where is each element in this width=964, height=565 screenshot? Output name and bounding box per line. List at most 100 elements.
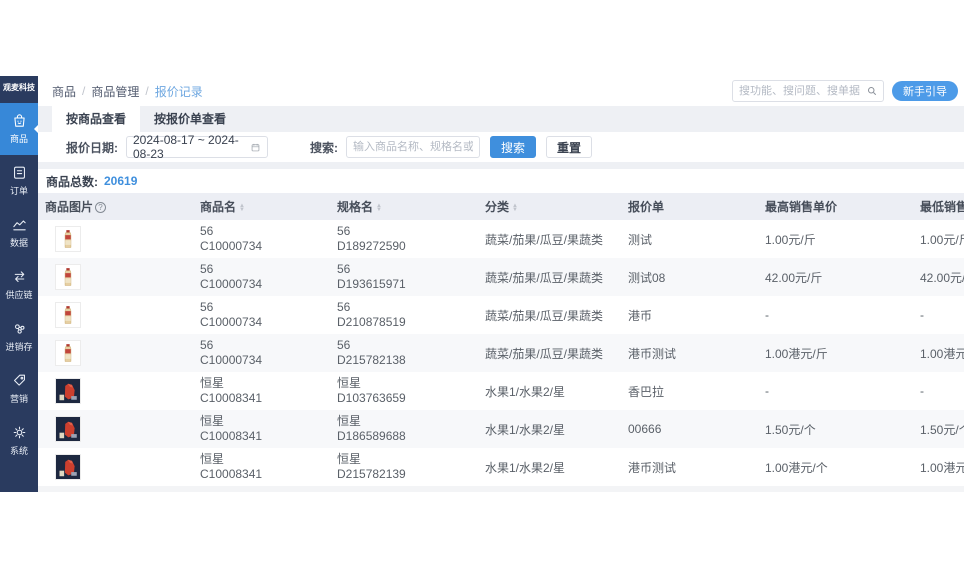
tab-by-quote[interactable]: 按报价单查看 <box>140 106 240 132</box>
topbar: 商品 / 商品管理 / 报价记录 新手引导 <box>38 76 964 106</box>
sidebar-item-label: 订单 <box>9 186 28 197</box>
highest-price-cell: 1.50元/个 <box>765 422 816 437</box>
bottle-photo[interactable] <box>55 226 81 252</box>
breadcrumb-link[interactable]: 商品管理 <box>91 83 139 100</box>
sidebar-item-goods[interactable]: 商品 <box>0 102 38 155</box>
keyword-search-input[interactable] <box>346 136 480 158</box>
total-count-value: 20619 <box>104 174 138 188</box>
spec-id: D186589688 <box>337 429 406 443</box>
data-icon <box>11 216 28 233</box>
spec-name-cell: 恒星 D103763659 <box>330 376 478 406</box>
summary-bar: 商品总数: 20619 <box>38 169 964 193</box>
category-cell: 水果1/水果2/星 <box>485 422 566 437</box>
highest-price-cell: 1.00港元/斤 <box>765 346 828 361</box>
column-header[interactable]: 商品名 ▲ ▼ <box>193 198 330 215</box>
sidebar-item-label: 数据 <box>9 238 28 249</box>
spec-id: D193615971 <box>337 277 406 291</box>
products-table: 商品图片?商品名▲▼规格名▲▼分类▲▼报价单最高销售单价最低销售单价 56C10… <box>38 193 964 492</box>
reset-button[interactable]: 重置 <box>546 136 593 158</box>
sidebar-item-system[interactable]: 系统 <box>0 415 38 467</box>
section-divider <box>38 162 964 169</box>
sidebar-item-label: 供应链 <box>5 290 33 301</box>
sidebar-item-marketing[interactable]: 营销 <box>0 363 38 415</box>
spec-id: D189272590 <box>337 239 406 253</box>
content-area: 商品 / 商品管理 / 报价记录 新手引导 按商品查看按报价单查看 报价日期: 2024… <box>38 76 964 492</box>
product-name-cell: 恒星 C10008341 <box>193 452 330 482</box>
highest-price-cell: - <box>765 384 769 398</box>
supply-chain-icon <box>11 268 28 285</box>
column-header-label: 报价单 <box>628 200 665 214</box>
product-image-cell <box>38 454 193 480</box>
table-row[interactable]: 56 C10000734 56 D210878519 蔬菜/茄果/瓜豆/果蔬类 港币 - - <box>38 296 964 334</box>
category-cell: 蔬菜/茄果/瓜豆/果蔬类 <box>485 308 604 323</box>
product-name: 恒星 <box>200 414 225 428</box>
inventory-icon <box>11 320 28 337</box>
bottle-photo[interactable] <box>55 264 81 290</box>
quote-sheet-cell: 港币 <box>628 308 653 323</box>
brand-logo: 观麦科技 <box>3 83 35 92</box>
help-icon[interactable]: ? <box>95 202 107 213</box>
spec-name: 56 <box>337 224 351 238</box>
lowest-price-cell: 1.00港元/个 <box>920 460 964 475</box>
sidebar-item-data[interactable]: 数据 <box>0 207 38 259</box>
table-row[interactable]: 56 C10000734 56 D189272590 蔬菜/茄果/瓜豆/果蔬类 测试 1.0… <box>38 220 964 258</box>
total-count-label: 商品总数: <box>46 174 98 189</box>
sort-icon[interactable]: ▲ ▼ <box>376 203 382 213</box>
product-name-cell: 56 C10000734 <box>193 224 330 254</box>
spec-id: D210878519 <box>337 315 406 329</box>
topbar-right: 新手引导 <box>732 80 958 102</box>
spec-id: D215782138 <box>337 353 406 367</box>
column-header-label: 商品名 <box>200 200 237 214</box>
table-row[interactable]: 56 C10000734 56 D215782138 蔬菜/茄果/瓜豆/果蔬类 港币测试 1… <box>38 334 964 372</box>
search-button[interactable]: 搜索 <box>490 136 537 158</box>
jug-photo[interactable] <box>55 378 81 404</box>
tab-by-product[interactable]: 按商品查看 <box>52 106 141 132</box>
spec-name: 恒星 <box>337 414 362 428</box>
product-id: C10000734 <box>200 277 263 291</box>
global-search-input[interactable] <box>733 85 866 97</box>
highest-price-cell: - <box>765 308 769 322</box>
spec-name: 56 <box>337 338 351 352</box>
jug-photo[interactable] <box>55 416 81 442</box>
table-row[interactable]: 恒星 C10008341 恒星 D215782139 水果1/水果2/星 港币测试 1.00… <box>38 448 964 486</box>
table-row[interactable]: 恒星 C10008341 恒星 D103763659 水果1/水果2/星 香巴拉 - - <box>38 372 964 410</box>
bottle-photo[interactable] <box>55 302 81 328</box>
column-header[interactable]: 规格名 ▲ ▼ <box>330 198 478 215</box>
date-range-label: 报价日期: <box>66 140 118 155</box>
sidebar-item-orders[interactable]: 订单 <box>0 155 38 207</box>
category-cell: 蔬菜/茄果/瓜豆/果蔬类 <box>485 270 604 285</box>
column-header[interactable]: 分类 ▲ ▼ <box>478 198 621 215</box>
bottle-photo[interactable] <box>55 340 81 366</box>
breadcrumb-link[interactable]: 商品 <box>52 83 76 100</box>
global-search[interactable] <box>732 80 884 102</box>
category-cell: 蔬菜/茄果/瓜豆/果蔬类 <box>485 232 604 247</box>
spec-id: D215782139 <box>337 467 406 481</box>
jug-photo[interactable] <box>55 454 81 480</box>
sidebar-item-label: 系统 <box>9 446 28 457</box>
product-id: C10000734 <box>200 315 263 329</box>
lowest-price-cell: 1.50元/个 <box>920 422 964 437</box>
guide-button[interactable]: 新手引导 <box>892 81 958 101</box>
column-header: 最低销售单价 <box>913 198 964 215</box>
sort-icon[interactable]: ▲ ▼ <box>512 203 518 213</box>
spec-name-cell: 56 D215782138 <box>330 338 478 368</box>
sidebar-item-inventory[interactable]: 进销存 <box>0 311 38 363</box>
lowest-price-cell: - <box>920 308 924 322</box>
sidebar-item-supply[interactable]: 供应链 <box>0 259 38 311</box>
search-icon[interactable] <box>866 85 878 97</box>
column-header-label: 分类 <box>485 200 510 214</box>
product-name: 恒星 <box>200 376 225 390</box>
highest-price-cell: 42.00元/斤 <box>765 270 823 285</box>
spec-name: 恒星 <box>337 376 362 390</box>
breadcrumb: 商品 / 商品管理 / 报价记录 <box>52 83 203 100</box>
breadcrumb-separator: / <box>145 84 149 98</box>
date-range-input[interactable]: 2024-08-17 ~ 2024-08-23 <box>126 133 268 161</box>
table-row[interactable]: 56 C10000734 56 D193615971 蔬菜/茄果/瓜豆/果蔬类 测试08 4… <box>38 258 964 296</box>
category-cell: 蔬菜/茄果/瓜豆/果蔬类 <box>485 346 604 361</box>
sort-icon[interactable]: ▲ ▼ <box>239 203 245 213</box>
product-id: C10000734 <box>200 353 263 367</box>
filter-bar: 报价日期: 2024-08-17 ~ 2024-08-23 搜索: 搜索 重置 <box>38 132 964 162</box>
table-row[interactable]: 恒星 C10008341 恒星 D186589688 水果1/水果2/星 00666 1.5… <box>38 410 964 448</box>
product-name-cell: 56 C10000734 <box>193 262 330 292</box>
spec-name: 56 <box>337 262 351 276</box>
